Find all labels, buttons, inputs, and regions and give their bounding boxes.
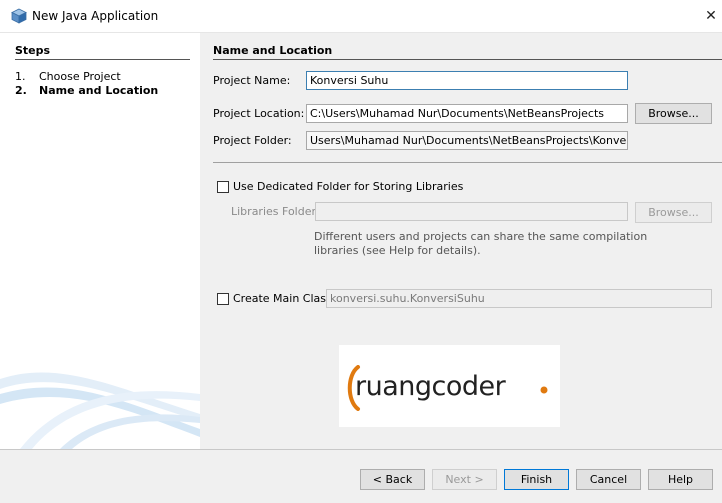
project-location-label: Project Location: [213,107,305,120]
create-main-class-checkbox[interactable] [217,293,229,305]
logo-wordmark: ruangcoder [355,371,506,402]
step-label: Name and Location [39,84,159,97]
step-item-name-and-location: 2. Name and Location [15,84,158,97]
browse-libraries-button[interactable]: Browse... [635,202,712,223]
cancel-button[interactable]: Cancel [576,469,641,490]
close-icon: ✕ [705,8,717,24]
java-cube-icon [11,8,27,24]
logo-text-prefix: r [355,371,366,402]
main-class-input[interactable]: konversi.suhu.KonversiSuhu [326,289,712,308]
project-name-input[interactable]: Konversi Suhu [306,71,628,90]
new-java-application-dialog: New Java Application ✕ Steps 1. Choose Pr… [0,0,722,503]
libraries-folder-label: Libraries Folder: [231,205,320,218]
libraries-help-text-line1: Different users and projects can share t… [314,230,648,243]
libraries-help-text-line2: libraries (see Help for details). [314,244,481,257]
step-label: Choose Project [39,70,121,83]
step-number: 2. [15,84,27,97]
steps-panel: Steps 1. Choose Project 2. Name and Locati… [0,33,200,449]
logo-text-main: uangcode [365,371,496,402]
logo-dot-icon [540,386,548,394]
step-item-choose-project: 1. Choose Project [15,70,121,83]
project-location-input[interactable]: C:\Users\Muhamad Nur\Documents\NetBeansP… [306,104,628,123]
create-main-class-label[interactable]: Create Main Class [233,292,332,305]
section-separator [213,162,722,163]
ruangcoder-logo: ruangcoder [339,345,560,427]
project-name-label: Project Name: [213,74,291,87]
decorative-swirl-graphic [0,372,200,449]
section-divider [213,59,722,60]
window-title: New Java Application [32,9,159,23]
project-folder-label: Project Folder: [213,134,292,147]
back-button[interactable]: < Back [360,469,425,490]
next-button[interactable]: Next > [432,469,497,490]
dedicated-folder-checkbox[interactable] [217,181,229,193]
steps-divider [15,59,190,60]
name-and-location-panel: Name and Location Project Name: Konversi… [201,33,722,449]
browse-location-button[interactable]: Browse... [635,103,712,124]
section-title: Name and Location [213,44,333,57]
logo-text-end: r [494,371,506,402]
title-bar: New Java Application ✕ [0,0,722,33]
close-button[interactable]: ✕ [700,0,722,32]
dedicated-folder-label[interactable]: Use Dedicated Folder for Storing Librari… [233,180,463,193]
libraries-folder-input[interactable] [315,202,628,221]
steps-title: Steps [15,44,51,57]
project-folder-field[interactable]: Users\Muhamad Nur\Documents\NetBeansProj… [306,131,628,150]
step-number: 1. [15,70,26,83]
button-bar: < Back Next > Finish Cancel Help [0,449,722,503]
help-button[interactable]: Help [648,469,713,490]
finish-button[interactable]: Finish [504,469,569,490]
